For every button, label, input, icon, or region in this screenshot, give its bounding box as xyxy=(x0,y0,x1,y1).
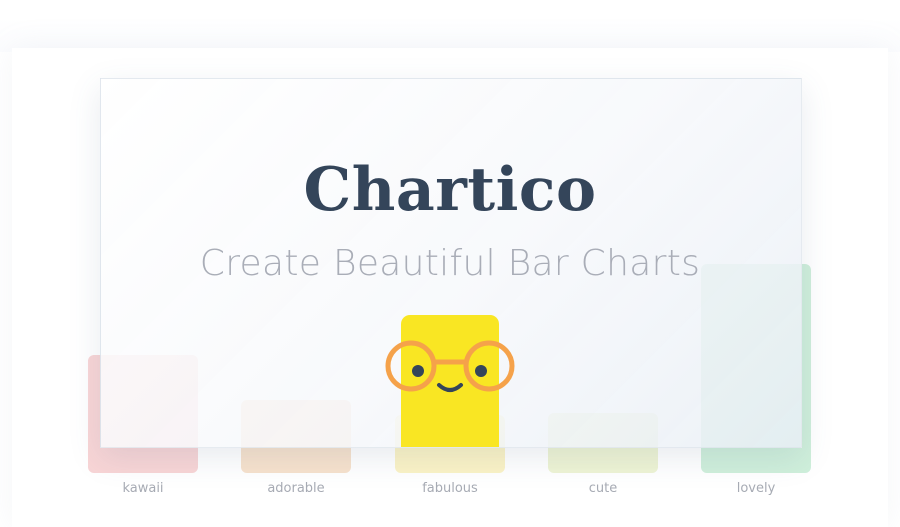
hero-subtitle: Create Beautiful Bar Charts xyxy=(199,243,701,284)
top-band xyxy=(0,18,900,52)
bar-label-kawaii: kawaii xyxy=(122,481,164,496)
mascot-smile xyxy=(437,383,463,392)
landing-page: kawaii adorable fabulous cute lovely Cha… xyxy=(0,0,900,527)
bar-label-adorable: adorable xyxy=(267,481,325,496)
nerd-face-icon xyxy=(385,340,515,392)
mascot xyxy=(384,315,516,447)
mascot-left-eye xyxy=(412,365,424,377)
bar-label-cute: cute xyxy=(588,481,618,496)
glasses-left-lens xyxy=(385,340,437,392)
glasses-right-lens xyxy=(463,340,515,392)
bar-label-lovely: lovely xyxy=(736,481,776,496)
hero-title: Chartico xyxy=(303,155,597,225)
mascot-right-eye xyxy=(475,365,487,377)
bar-label-fabulous: fabulous xyxy=(422,481,478,496)
